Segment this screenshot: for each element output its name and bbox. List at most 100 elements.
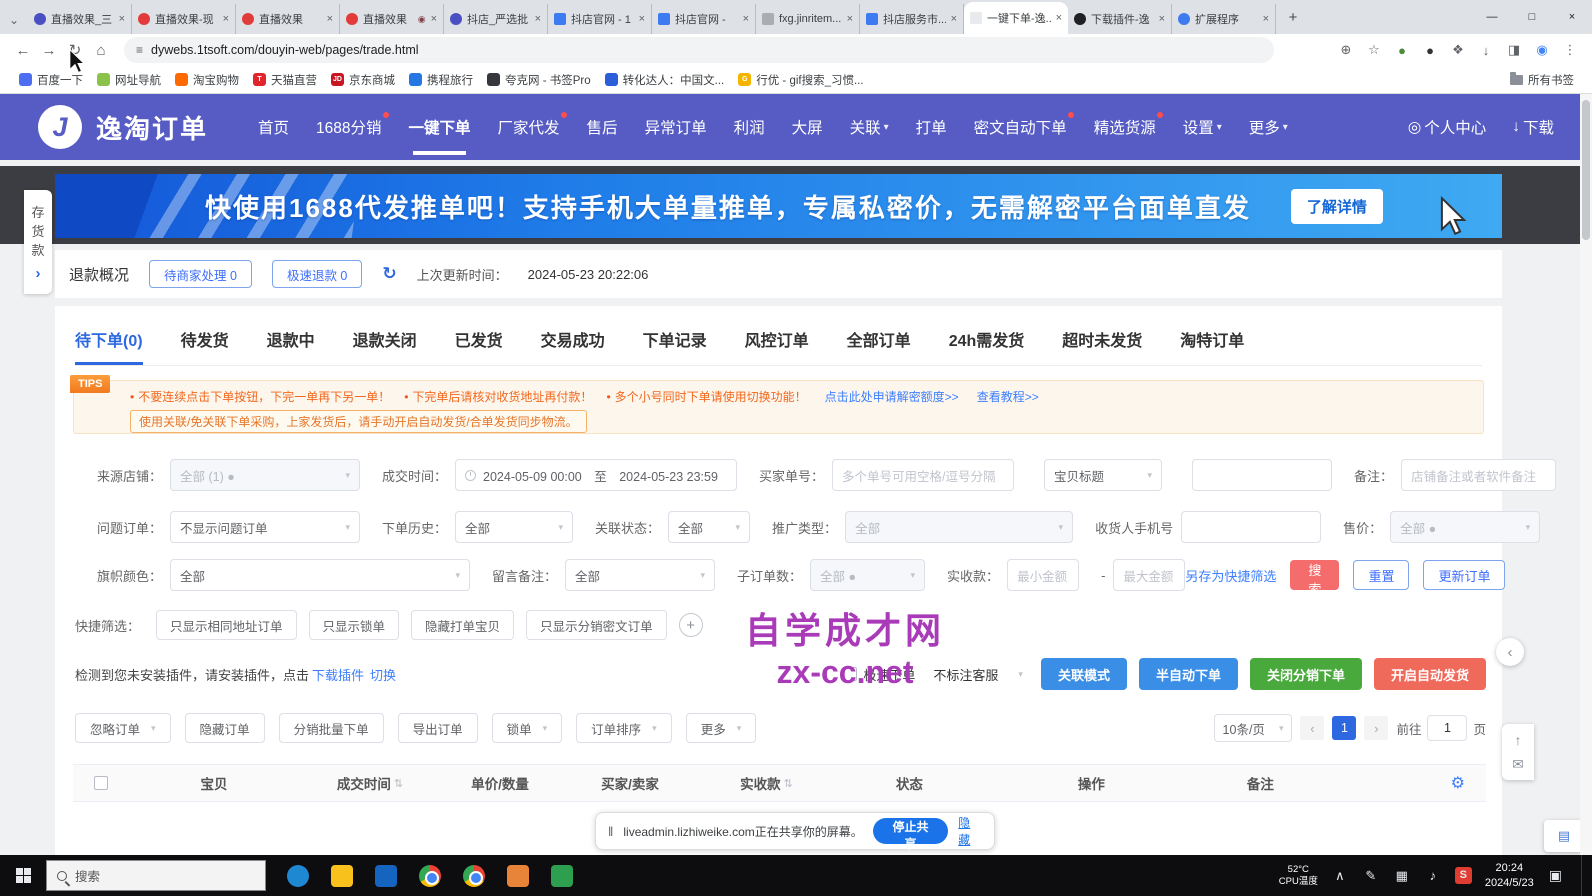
start-button[interactable] <box>0 855 46 896</box>
sogou-input-icon[interactable]: S <box>1455 867 1472 884</box>
bookmark-item[interactable]: 转化达人：中国文... <box>598 72 732 88</box>
add-quick-filter-button[interactable]: + <box>679 613 703 637</box>
bookmark-item[interactable]: JD 京东商城 <box>324 72 402 88</box>
tray-expand-icon[interactable]: ∧ <box>1331 868 1349 884</box>
taskbar-clock[interactable]: 20:24 2024/5/23 <box>1485 861 1534 890</box>
filter-control[interactable]: 宝贝标题 ▾ <box>1044 459 1162 491</box>
page-scrollbar[interactable] <box>1580 94 1592 855</box>
action-center-icon[interactable]: ▣ <box>1549 867 1562 884</box>
refund-fast-button[interactable]: 极速退款 0 <box>272 260 362 288</box>
window-close-button[interactable]: × <box>1552 0 1592 34</box>
table-column-header[interactable]: 单价/数量 ⇅ <box>441 773 558 793</box>
table-column-header[interactable]: 实收款 ⇅ <box>701 773 831 793</box>
order-tab[interactable]: 24h需发货 <box>949 327 1025 355</box>
nav-item[interactable]: 密文自动下单 ▾ <box>974 116 1067 138</box>
column-settings-gear-icon[interactable]: ⚙ <box>1429 773 1486 793</box>
nav-user-item[interactable]: ◎ 个人中心 <box>1408 116 1487 138</box>
page-size-select[interactable]: 10条/页 ▾ <box>1214 714 1293 742</box>
search-button[interactable]: 搜索 <box>1290 560 1339 590</box>
promo-banner[interactable]: 快使用1688代发推单吧！支持手机大单量推单，专属私密价，无需解密平台面单直发 … <box>55 174 1502 238</box>
mode-button[interactable]: 开启自动发货 <box>1374 658 1486 690</box>
orange-app-icon[interactable] <box>496 855 540 896</box>
back-button[interactable]: ← <box>10 37 36 63</box>
browser-tab[interactable]: 直播效果-现 × <box>132 4 236 34</box>
extensions-puzzle-icon[interactable]: ❖ <box>1446 38 1470 62</box>
browser-tab[interactable]: 下载插件-逸 × <box>1068 4 1172 34</box>
green-app-icon[interactable] <box>540 855 584 896</box>
cpu-temp-widget[interactable]: 52°C CPU温度 <box>1279 864 1318 888</box>
nav-item[interactable]: 精选货源 ▾ <box>1094 116 1156 138</box>
chevron-right-icon[interactable]: › <box>36 265 41 282</box>
filter-control[interactable]: ▾ <box>1181 511 1321 543</box>
browser-tab[interactable]: 扩展程序 × <box>1172 4 1276 34</box>
back-to-top-icon[interactable]: ↑ <box>1515 732 1522 748</box>
filter-control[interactable]: 店铺备注或者软件备注 ▾ <box>1401 459 1556 491</box>
chrome-icon[interactable] <box>408 855 452 896</box>
order-tab[interactable]: 退款关闭 <box>353 327 417 355</box>
tab-close-icon[interactable]: × <box>847 13 853 25</box>
batch-button[interactable]: 锁单 ▾ <box>492 713 563 743</box>
nav-item[interactable]: 大屏 ▾ <box>792 116 823 138</box>
nav-item[interactable]: 首页 ▾ <box>258 116 289 138</box>
chrome-icon[interactable] <box>452 855 496 896</box>
filter-control[interactable]: 全部 ● ▾ <box>1390 511 1540 543</box>
all-bookmarks-button[interactable]: 所有书签 <box>1510 72 1580 88</box>
nav-item[interactable]: 厂家代发 ▾ <box>498 116 560 138</box>
select-all-checkbox[interactable] <box>94 776 108 790</box>
filter-control[interactable]: 全部 ● ▾ <box>810 559 925 591</box>
next-page-button[interactable]: › <box>1364 716 1388 740</box>
quick-filter-button[interactable]: 只显示相同地址订单 <box>156 610 297 640</box>
batch-button[interactable]: 导出订单 ▾ <box>398 713 478 743</box>
mode-button[interactable]: 关闭分销下单 <box>1250 658 1362 690</box>
bookmark-item[interactable]: 携程旅行 <box>402 72 480 88</box>
nav-item[interactable]: 1688分销 ▾ <box>316 116 381 138</box>
tab-close-icon[interactable]: × <box>1159 13 1165 25</box>
batch-button[interactable]: 分销批量下单 ▾ <box>279 713 384 743</box>
batch-button[interactable]: 忽略订单 ▾ <box>75 713 171 743</box>
forward-button[interactable]: → <box>36 37 62 63</box>
mode-button[interactable]: 关联模式 <box>1041 658 1127 690</box>
kefu-select[interactable]: 不标注客服 ▾ <box>927 659 1029 689</box>
order-tab[interactable]: 淘特订单 <box>1180 327 1244 355</box>
floating-helper-widget[interactable]: ↑ ✉ <box>1502 724 1534 780</box>
tab-close-icon[interactable]: × <box>223 13 229 25</box>
home-button[interactable]: ⌂ <box>88 37 114 63</box>
tab-close-icon[interactable]: × <box>743 13 749 25</box>
current-page-button[interactable]: 1 <box>1332 716 1356 740</box>
update-orders-button[interactable]: 更新订单 <box>1423 560 1505 590</box>
order-tab[interactable]: 退款中 <box>267 327 315 355</box>
bookmark-item[interactable]: 淘宝购物 <box>168 72 246 88</box>
corner-widget[interactable]: ▤ <box>1544 820 1584 852</box>
browser-tab[interactable]: 一键下单-逸... × <box>964 2 1068 34</box>
profile-avatar-icon[interactable]: ◉ <box>1530 38 1554 62</box>
banner-detail-button[interactable]: 了解详情 <box>1291 189 1383 224</box>
refund-pending-button[interactable]: 待商家处理 0 <box>149 260 252 288</box>
filter-control[interactable]: 全部 (1) ● ▾ <box>170 459 360 491</box>
touch-keyboard-icon[interactable]: ▦ <box>1393 868 1411 884</box>
table-column-header[interactable]: 操作 ⇅ <box>987 773 1195 793</box>
browser-tab[interactable]: 直播效果_三 × <box>28 4 132 34</box>
table-column-header[interactable]: 买家/卖家 ⇅ <box>558 773 701 793</box>
nav-item[interactable]: 一键下单 ▾ <box>409 116 471 138</box>
order-tab[interactable]: 待发货 <box>181 327 229 355</box>
tab-close-icon[interactable]: × <box>119 13 125 25</box>
quick-filter-button[interactable]: 只显示分销密文订单 <box>526 610 667 640</box>
bookmark-item[interactable]: 网址导航 <box>90 72 168 88</box>
bookmark-item[interactable]: T 天猫直营 <box>246 72 324 88</box>
nav-item[interactable]: 利润 ▾ <box>734 116 765 138</box>
browser-tab[interactable]: 抖店服务市... × <box>860 4 964 34</box>
show-desktop-button[interactable] <box>1581 855 1586 896</box>
fast-order-checkbox[interactable] <box>843 667 857 681</box>
view-tutorial-link[interactable]: 查看教程>> <box>977 388 1039 405</box>
order-tab[interactable]: 交易成功 <box>541 327 605 355</box>
app-logo[interactable]: J <box>38 105 82 149</box>
table-column-header[interactable]: 成交时间 ⇅ <box>299 773 442 793</box>
filter-control[interactable]: 2024-05-09 00:00 至 2024-05-23 23:59 ▾ <box>455 459 737 491</box>
side-drawer-tab[interactable]: 存货款 › <box>24 190 52 294</box>
browser-tab[interactable]: 抖店_严选批 × <box>444 4 548 34</box>
tab-close-icon[interactable]: × <box>639 13 645 25</box>
browser-tab[interactable]: 直播效果 × <box>236 4 340 34</box>
filter-control[interactable]: ▾ <box>1192 459 1332 491</box>
scrollbar-thumb[interactable] <box>1582 100 1590 240</box>
filter-control[interactable]: 最小金额 ▾ <box>1007 559 1079 591</box>
